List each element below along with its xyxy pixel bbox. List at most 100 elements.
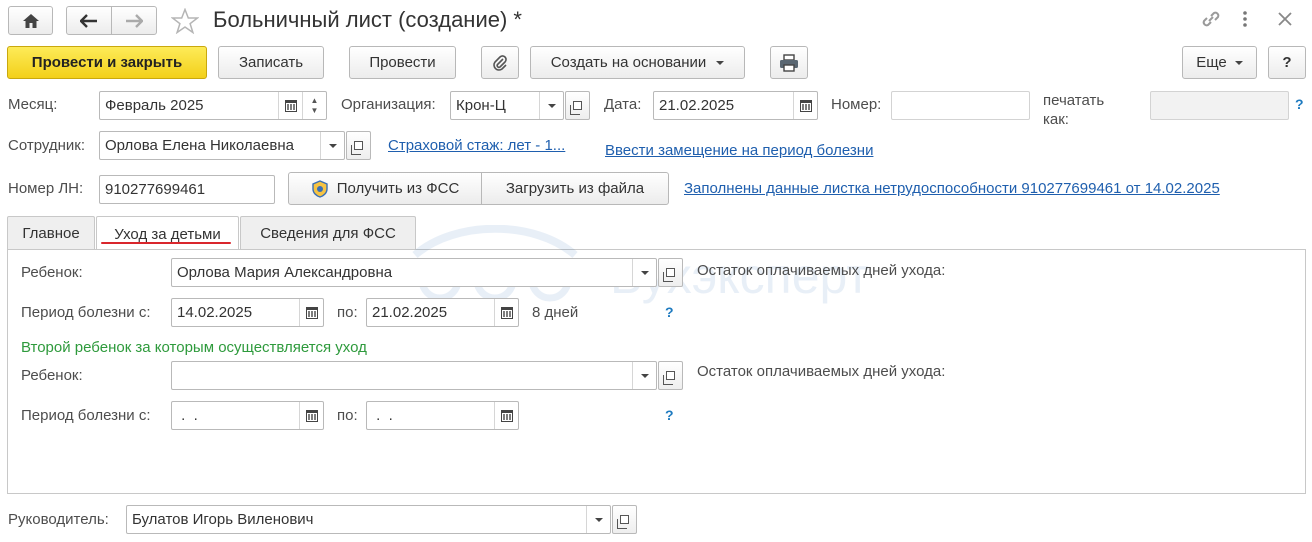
calendar-button[interactable] xyxy=(278,92,302,119)
star-icon[interactable] xyxy=(171,8,199,34)
post-button[interactable]: Провести xyxy=(349,46,456,79)
save-button[interactable]: Записать xyxy=(218,46,324,79)
fss-logo-icon xyxy=(312,179,328,198)
employee-open-button[interactable] xyxy=(346,131,371,160)
home-button[interactable] xyxy=(8,6,53,35)
month-field[interactable]: Февраль 2025 ▲ ▼ xyxy=(99,91,327,120)
calendar-button[interactable] xyxy=(494,402,518,429)
manager-field[interactable]: Булатов Игорь Виленович xyxy=(126,505,611,534)
child1-open-button[interactable] xyxy=(658,258,683,287)
manager-value: Булатов Игорь Виленович xyxy=(132,511,314,528)
active-tab-underline xyxy=(101,242,231,244)
get-from-fss-label: Получить из ФСС xyxy=(336,180,460,197)
calendar-button[interactable] xyxy=(494,299,518,326)
period2-to-field[interactable]: . . xyxy=(366,401,519,430)
open-form-icon xyxy=(663,371,675,385)
period1-days: 8 дней xyxy=(532,304,579,321)
arrow-left-icon xyxy=(80,13,97,28)
dropdown-caret-icon xyxy=(1234,60,1243,65)
ln-number-field[interactable]: 910277699461 xyxy=(99,175,275,204)
period1-to-field[interactable]: 21.02.2025 xyxy=(366,298,519,327)
forward-button[interactable] xyxy=(111,6,157,35)
period2-from-value: . . xyxy=(177,407,198,424)
tab-main[interactable]: Главное xyxy=(7,216,95,250)
dropdown-caret-icon xyxy=(716,60,725,65)
dropdown-caret-icon xyxy=(640,373,649,378)
organization-field[interactable]: Крон-Ц xyxy=(450,91,564,120)
child1-value: Орлова Мария Александровна xyxy=(177,264,393,281)
ln-filled-data-link[interactable]: Заполнены данные листка нетрудоспособнос… xyxy=(684,180,1220,197)
get-from-fss-button[interactable]: Получить из ФСС xyxy=(288,172,482,205)
child2-value xyxy=(172,362,632,389)
dropdown-caret-icon xyxy=(547,103,556,108)
insurance-experience-link[interactable]: Страховой стаж: лет - 1... xyxy=(388,137,565,154)
printer-icon xyxy=(780,53,798,72)
period2-to-label: по: xyxy=(337,407,358,424)
print-as-label-line1: печатать xyxy=(1043,92,1105,109)
manager-dropdown-button[interactable] xyxy=(586,506,610,533)
employee-label: Сотрудник: xyxy=(8,137,86,154)
period1-from-field[interactable]: 14.02.2025 xyxy=(171,298,324,327)
period1-help[interactable]: ? xyxy=(665,304,674,320)
date-field[interactable]: 21.02.2025 xyxy=(653,91,818,120)
child2-remaining-days-label: Остаток оплачиваемых дней ухода: xyxy=(697,363,946,380)
link-icon[interactable] xyxy=(1200,9,1222,29)
child2-dropdown-button[interactable] xyxy=(632,362,656,389)
create-based-on-button[interactable]: Создать на основании xyxy=(530,46,745,79)
dropdown-caret-icon xyxy=(594,517,603,522)
post-and-close-button[interactable]: Провести и закрыть xyxy=(7,46,207,79)
date-value: 21.02.2025 xyxy=(659,97,735,114)
print-button[interactable] xyxy=(770,46,808,79)
more-vertical-icon[interactable] xyxy=(1241,10,1249,28)
load-from-file-button[interactable]: Загрузить из файла xyxy=(481,172,669,205)
child2-label: Ребенок: xyxy=(21,367,83,384)
stepper-up-icon[interactable]: ▲ xyxy=(311,96,319,106)
more-label: Еще xyxy=(1196,54,1227,71)
period2-label: Период болезни с: xyxy=(21,407,151,424)
month-label: Месяц: xyxy=(8,96,58,113)
manager-open-button[interactable] xyxy=(612,505,637,534)
child1-field[interactable]: Орлова Мария Александровна xyxy=(171,258,657,287)
organization-value: Крон-Ц xyxy=(456,97,506,114)
close-icon[interactable] xyxy=(1278,12,1292,26)
employee-field[interactable]: Орлова Елена Николаевна xyxy=(99,131,345,160)
period1-label: Период болезни с: xyxy=(21,304,151,321)
employee-dropdown-button[interactable] xyxy=(320,132,344,159)
month-stepper[interactable]: ▲ ▼ xyxy=(302,92,326,119)
child1-remaining-days-label: Остаток оплачиваемых дней ухода: xyxy=(697,262,946,279)
help-button[interactable]: ? xyxy=(1268,46,1306,79)
child2-field[interactable] xyxy=(171,361,657,390)
calendar-icon xyxy=(284,99,297,112)
create-based-on-label: Создать на основании xyxy=(550,54,707,71)
period2-from-field[interactable]: . . xyxy=(171,401,324,430)
dropdown-caret-icon xyxy=(640,270,649,275)
month-value: Февраль 2025 xyxy=(105,97,204,114)
tab-fss-info[interactable]: Сведения для ФСС xyxy=(240,216,416,250)
more-button[interactable]: Еще xyxy=(1182,46,1257,79)
child1-dropdown-button[interactable] xyxy=(632,259,656,286)
print-as-field[interactable] xyxy=(1150,91,1289,120)
period2-to-value: . . xyxy=(372,407,393,424)
print-as-value xyxy=(1151,92,1288,119)
stepper-down-icon[interactable]: ▼ xyxy=(311,106,319,116)
open-form-icon xyxy=(351,141,363,155)
organization-dropdown-button[interactable] xyxy=(539,92,563,119)
number-field[interactable] xyxy=(891,91,1030,120)
calendar-button[interactable] xyxy=(299,402,323,429)
enter-replacement-link[interactable]: Ввести замещение на период болезни xyxy=(605,142,873,159)
print-as-label-line2: как: xyxy=(1043,111,1069,128)
attach-button[interactable] xyxy=(481,46,519,79)
organization-open-button[interactable] xyxy=(565,91,590,120)
child2-open-button[interactable] xyxy=(658,361,683,390)
open-form-icon xyxy=(663,268,675,282)
number-label: Номер: xyxy=(831,96,882,113)
print-as-help[interactable]: ? xyxy=(1295,96,1304,112)
home-icon xyxy=(22,13,39,28)
tab-child-care[interactable]: Уход за детьми xyxy=(96,216,239,251)
open-form-icon xyxy=(617,515,629,529)
window-title: Больничный лист (создание) * xyxy=(213,7,522,32)
back-button[interactable] xyxy=(66,6,112,35)
calendar-button[interactable] xyxy=(299,299,323,326)
period2-help[interactable]: ? xyxy=(665,407,674,423)
calendar-button[interactable] xyxy=(793,92,817,119)
